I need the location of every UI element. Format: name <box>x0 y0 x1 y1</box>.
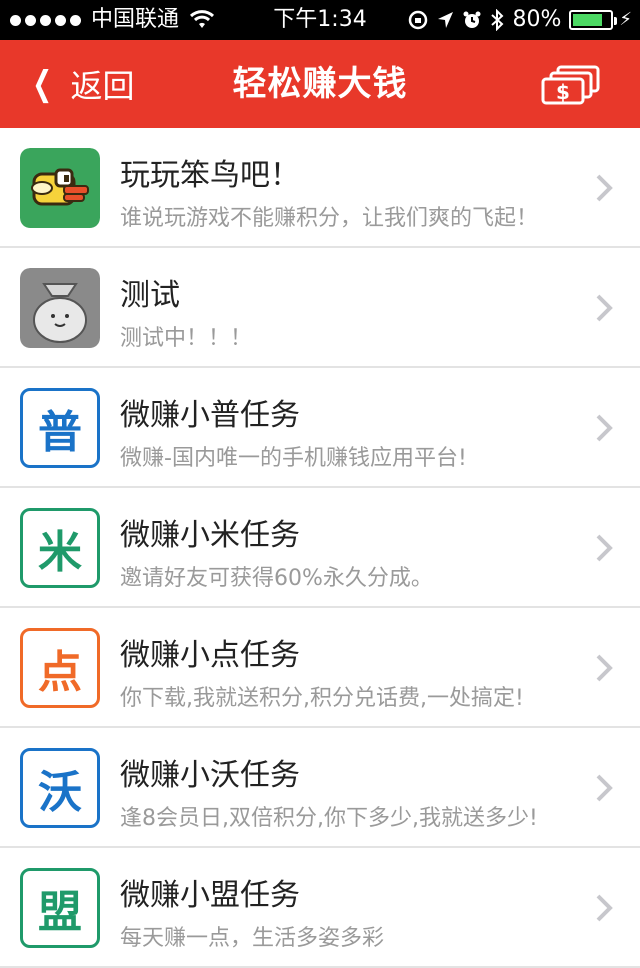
pu-character-icon: 普 <box>20 388 100 468</box>
task-row-xiaopu[interactable]: 普 微赚小普任务 微赚-国内唯一的手机赚钱应用平台! <box>0 368 640 488</box>
task-title: 微赚小盟任务 <box>120 878 300 913</box>
money-bag-icon <box>20 268 100 348</box>
chevron-right-icon <box>596 654 613 682</box>
task-title: 测试 <box>120 278 180 313</box>
task-subtitle: 测试中！！！ <box>120 326 253 351</box>
money-bills-icon[interactable]: $ <box>540 64 602 106</box>
task-subtitle: 谁说玩游戏不能赚积分，让我们爽的飞起！ <box>120 206 539 231</box>
chevron-right-icon <box>596 294 613 322</box>
dian-character-icon: 点 <box>20 628 100 708</box>
alarm-clock-icon <box>463 11 481 28</box>
task-title: 微赚小沃任务 <box>120 758 300 793</box>
chevron-right-icon <box>596 774 613 802</box>
task-row-xiaodian[interactable]: 点 微赚小点任务 你下载,我就送积分,积分兑话费,一处搞定! <box>0 608 640 728</box>
status-bar: 中国联通 下午1:34 80% ⚡ <box>0 0 640 40</box>
task-subtitle: 逢8会员日,双倍积分,你下多少,我就送多少! <box>120 806 538 831</box>
task-list: 玩玩笨鸟吧！ 谁说玩游戏不能赚积分，让我们爽的飞起！ 测试 测试中！！！ 普 微… <box>0 128 640 968</box>
mi-character-icon: 米 <box>20 508 100 588</box>
meng-character-icon: 盟 <box>20 868 100 948</box>
task-row-xiaomi[interactable]: 米 微赚小米任务 邀请好友可获得60%永久分成。 <box>0 488 640 608</box>
bluetooth-icon <box>491 9 504 31</box>
chevron-right-icon <box>596 414 613 442</box>
location-arrow-icon <box>438 12 454 28</box>
charging-bolt-icon: ⚡ <box>619 9 632 30</box>
task-subtitle: 邀请好友可获得60%永久分成。 <box>120 566 433 591</box>
battery-percent: 80% <box>512 7 562 32</box>
chevron-right-icon <box>596 534 613 562</box>
flappy-bird-icon <box>20 148 100 228</box>
battery-icon <box>569 10 618 30</box>
task-subtitle: 每天赚一点，生活多姿多彩 <box>120 926 385 951</box>
task-title: 玩玩笨鸟吧！ <box>120 158 300 193</box>
nav-bar: ❮ 返回 轻松赚大钱 $ <box>0 40 640 128</box>
task-row-xiaomeng[interactable]: 盟 微赚小盟任务 每天赚一点，生活多姿多彩 <box>0 848 640 968</box>
rotation-lock-icon <box>409 10 428 30</box>
svg-text:$: $ <box>556 80 570 104</box>
task-row-test[interactable]: 测试 测试中！！！ <box>0 248 640 368</box>
wo-character-icon: 沃 <box>20 748 100 828</box>
chevron-right-icon <box>596 174 613 202</box>
task-title: 微赚小米任务 <box>120 518 300 553</box>
task-subtitle: 微赚-国内唯一的手机赚钱应用平台! <box>120 446 467 471</box>
task-title: 微赚小普任务 <box>120 398 300 433</box>
task-title: 微赚小点任务 <box>120 638 300 673</box>
task-row-flappy-bird[interactable]: 玩玩笨鸟吧！ 谁说玩游戏不能赚积分，让我们爽的飞起！ <box>0 128 640 248</box>
task-subtitle: 你下载,我就送积分,积分兑话费,一处搞定! <box>120 686 524 711</box>
task-row-xiaowo[interactable]: 沃 微赚小沃任务 逢8会员日,双倍积分,你下多少,我就送多少! <box>0 728 640 848</box>
chevron-right-icon <box>596 894 613 922</box>
